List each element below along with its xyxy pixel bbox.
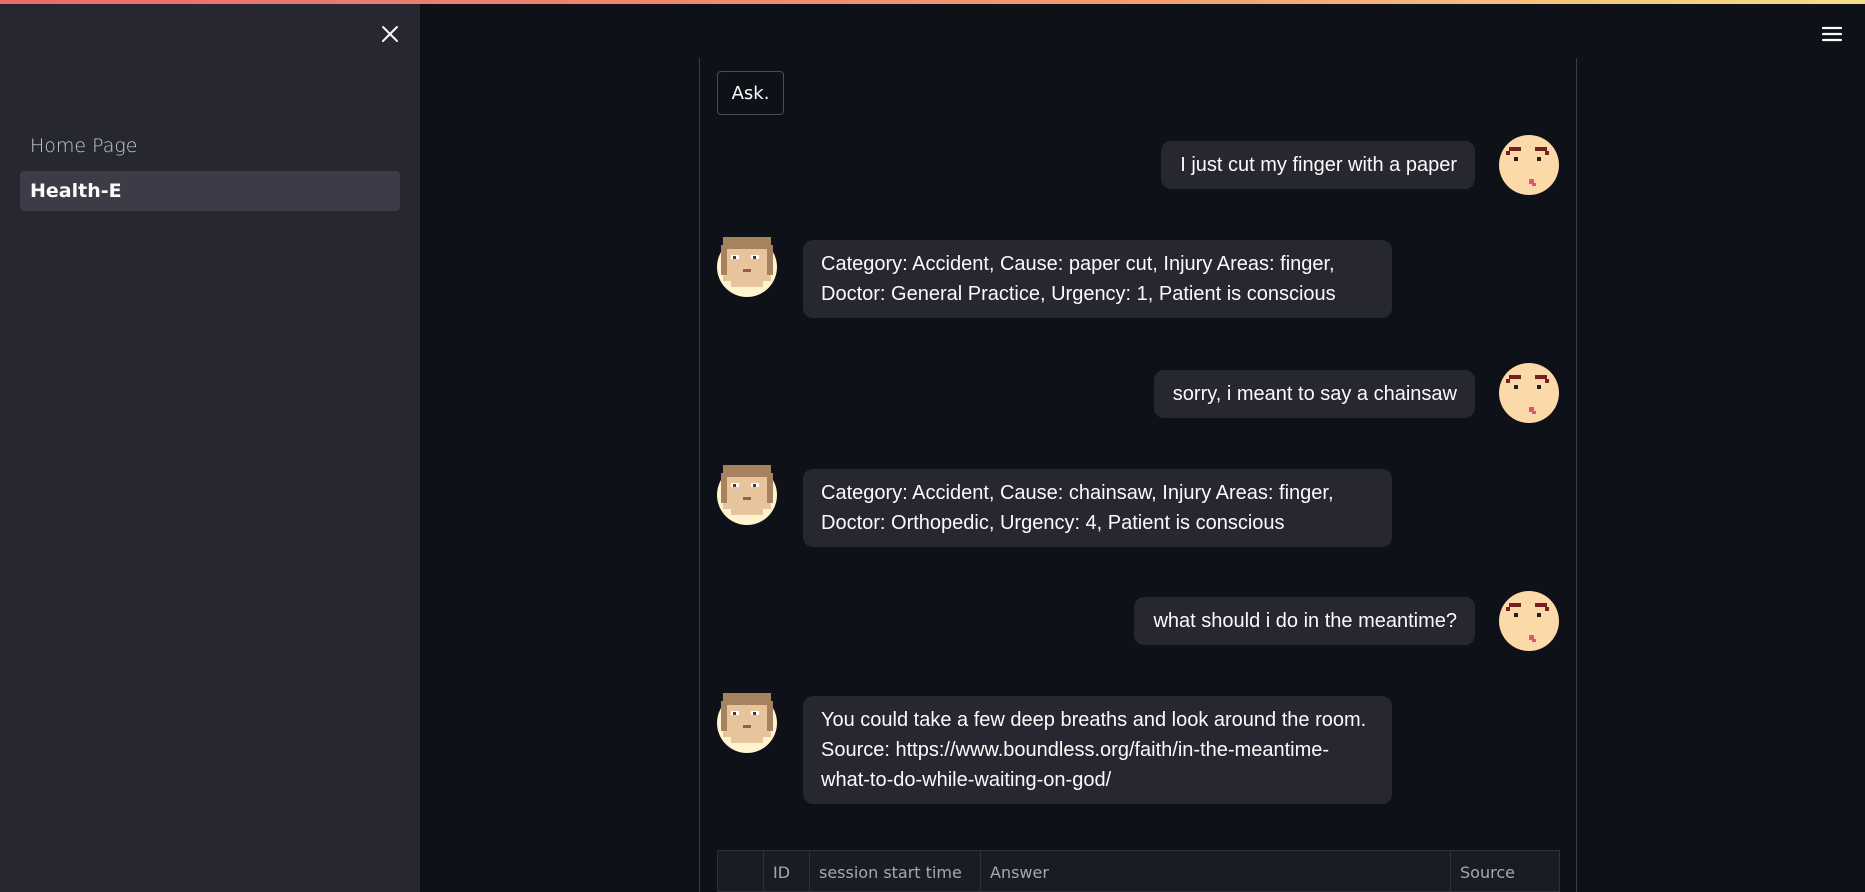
column-header-id[interactable]: ID [764,851,810,891]
message-line: what-to-do-while-waiting-on-god/ [821,769,1112,791]
column-header-answer[interactable]: Answer [981,851,1451,891]
message-line: sorry, i meant to say a chainsaw [1172,383,1457,405]
sidebar-item-home-page[interactable]: Home Page [20,126,400,166]
sidebar: Home Page Health-E [0,0,420,892]
message-line: Category: Accident, Cause: paper cut, In… [821,253,1335,275]
message-line: what should i do in the meantime? [1153,610,1457,632]
user-avatar-icon [1499,363,1559,423]
ask-button[interactable]: Ask. [717,71,784,115]
sidebar-item-label: Health-E [30,180,122,202]
assistant-avatar-icon [717,237,777,297]
close-icon[interactable] [378,22,402,46]
user-avatar-icon [1499,135,1559,195]
decoration-bar [0,0,1865,4]
assistant-avatar-icon [717,693,777,753]
user-message: sorry, i meant to say a chainsaw [1154,370,1475,418]
hamburger-menu-icon[interactable] [1820,22,1844,46]
column-header-session-start-time[interactable]: session start time [810,851,981,891]
message-line: Source: https://www.boundless.org/faith/… [821,739,1330,761]
assistant-message: You could take a few deep breaths and lo… [803,696,1392,804]
assistant-avatar-icon [717,465,777,525]
assistant-message: Category: Accident, Cause: chainsaw, Inj… [803,469,1392,547]
message-line: I just cut my finger with a paper [1180,154,1457,176]
user-message: what should i do in the meantime? [1134,597,1475,645]
message-line: You could take a few deep breaths and lo… [821,709,1367,731]
message-line: Category: Accident, Cause: chainsaw, Inj… [821,482,1334,504]
user-avatar-icon [1499,591,1559,651]
sidebar-item-health-e[interactable]: Health-E [20,171,400,211]
column-header-source[interactable]: Source [1451,851,1559,891]
table-header: ID session start time Answer Source [717,850,1560,892]
user-message: I just cut my finger with a paper [1161,141,1475,189]
ask-button-label: Ask. [731,82,770,104]
sidebar-item-label: Home Page [30,135,138,157]
message-line: Doctor: Orthopedic, Urgency: 4, Patient … [821,512,1285,534]
column-header-index[interactable] [718,851,764,891]
assistant-message: Category: Accident, Cause: paper cut, In… [803,240,1392,318]
message-line: Doctor: General Practice, Urgency: 1, Pa… [821,283,1336,305]
